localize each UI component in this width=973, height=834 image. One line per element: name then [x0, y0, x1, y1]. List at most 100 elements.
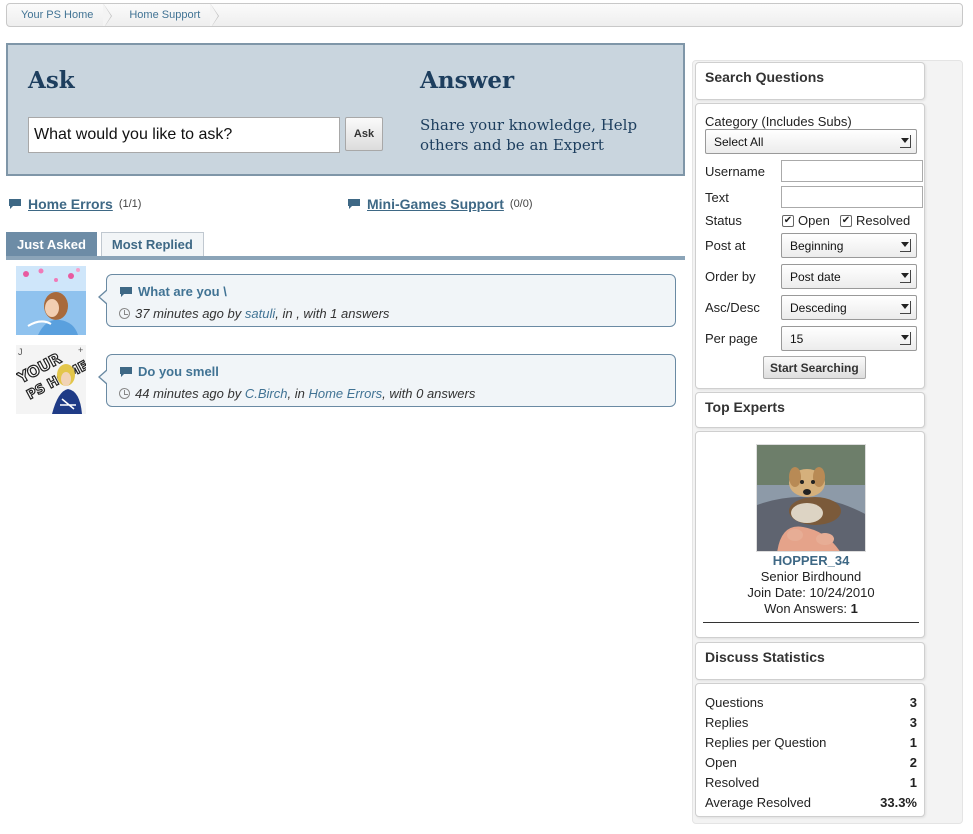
question-title-link[interactable]: What are you \	[138, 284, 227, 299]
question-title-link[interactable]: Do you smell	[138, 364, 219, 379]
stat-label: Replies	[705, 715, 749, 730]
question-category-link[interactable]: Home Errors	[308, 386, 382, 401]
ask-button[interactable]: Ask	[345, 117, 383, 151]
speech-bubble-icon	[348, 199, 360, 209]
checkbox-checked-icon[interactable]: ✔	[782, 214, 794, 227]
status-resolved-option[interactable]: ✔ Resolved	[840, 213, 910, 228]
status-label: Status	[705, 213, 742, 228]
chevron-down-icon	[900, 239, 911, 252]
tab-divider	[6, 256, 685, 260]
status-open-option[interactable]: ✔ Open	[782, 213, 830, 228]
question-meta: 37 minutes ago by satuli, in , with 1 an…	[119, 306, 389, 321]
question-title-row: Do you smell	[119, 364, 219, 379]
answer-description: Share your knowledge, Help others and be…	[420, 116, 638, 154]
question-user-link[interactable]: satuli	[245, 306, 275, 321]
per-page-select[interactable]: 15	[781, 326, 917, 351]
question-user-link[interactable]: C.Birch	[245, 386, 288, 401]
expert-name-link[interactable]: HOPPER_34	[773, 553, 850, 568]
chevron-down-icon	[900, 270, 911, 283]
stat-label: Average Resolved	[705, 795, 811, 810]
text-label: Text	[705, 190, 729, 205]
per-page-label: Per page	[705, 331, 758, 346]
post-at-select-value: Beginning	[790, 238, 844, 253]
top-experts-heading: Top Experts	[705, 399, 785, 415]
asc-desc-label: Asc/Desc	[705, 300, 760, 315]
search-form: Category (Includes Subs) Select All User…	[695, 103, 925, 389]
asc-desc-select-value: Desceding	[790, 300, 847, 315]
question-time: 44 minutes ago	[135, 386, 224, 401]
user-avatar-image: YOUR PS HOME J +	[16, 345, 86, 414]
stat-value: 1	[909, 735, 917, 750]
status-open-label: Open	[798, 213, 830, 228]
question-tabs: Just Asked Most Replied	[6, 232, 204, 256]
text-input[interactable]	[781, 186, 923, 208]
question-time: 37 minutes ago	[135, 306, 224, 321]
post-at-select[interactable]: Beginning	[781, 233, 917, 258]
category-select[interactable]: Select All	[705, 129, 917, 154]
expert-won-value: 1	[850, 601, 858, 616]
chevron-down-icon	[900, 301, 911, 314]
breadcrumb: Your PS Home Home Support	[6, 3, 963, 27]
category-mini-games-support-link[interactable]: Mini-Games Support	[367, 196, 504, 212]
username-label: Username	[705, 164, 765, 179]
stat-label: Open	[705, 755, 737, 770]
post-at-label: Post at	[705, 238, 746, 253]
stat-row-open: Open 2	[705, 755, 917, 770]
question-in-text: , in	[275, 306, 297, 321]
category-select-value: Select All	[714, 134, 764, 149]
checkbox-checked-icon[interactable]: ✔	[840, 214, 852, 227]
speech-bubble-icon	[120, 286, 132, 297]
stat-value: 3	[909, 715, 917, 730]
question-by-text: by	[223, 386, 245, 401]
category-label: Category (Includes Subs)	[705, 114, 852, 129]
stat-value: 33.3%	[880, 795, 917, 810]
question-by-text: by	[223, 306, 245, 321]
stat-row-average-resolved: Average Resolved 33.3%	[705, 795, 917, 810]
clock-icon	[119, 388, 130, 399]
svg-text:+: +	[78, 345, 83, 355]
divider	[703, 622, 919, 623]
stat-row-questions: Questions 3	[705, 695, 917, 710]
username-input[interactable]	[781, 160, 923, 182]
question-answers-text: , with 1 answers	[296, 306, 390, 321]
avatar[interactable]	[16, 266, 86, 335]
question-answers-text: , with 0 answers	[382, 386, 476, 401]
question-card: What are you \ 37 minutes ago by satuli,…	[98, 274, 676, 327]
stat-row-replies: Replies 3	[705, 715, 917, 730]
ask-heading: Ask	[28, 67, 75, 94]
svg-text:J: J	[18, 347, 23, 357]
question-title-row: What are you \	[119, 284, 227, 299]
top-experts-header: Top Experts	[695, 392, 925, 428]
expert-won-answers: Won Answers: 1	[696, 601, 926, 616]
stat-label: Replies per Question	[705, 735, 827, 750]
tab-just-asked[interactable]: Just Asked	[6, 232, 97, 256]
category-count: (1/1)	[118, 198, 142, 210]
breadcrumb-home-support[interactable]: Home Support	[111, 4, 220, 26]
clock-icon	[119, 308, 130, 319]
start-searching-button[interactable]: Start Searching	[763, 356, 866, 379]
question-card: Do you smell 44 minutes ago by C.Birch , …	[98, 354, 676, 407]
stat-row-replies-per-question: Replies per Question 1	[705, 735, 917, 750]
order-by-label: Order by	[705, 269, 756, 284]
category-home-errors: Home Errors (1/1)	[8, 196, 141, 212]
asc-desc-select[interactable]: Desceding	[781, 295, 917, 320]
discuss-statistics-heading: Discuss Statistics	[705, 649, 825, 665]
category-home-errors-link[interactable]: Home Errors	[28, 196, 113, 212]
stat-value: 2	[909, 755, 917, 770]
order-by-select[interactable]: Post date	[781, 264, 917, 289]
top-experts-panel: HOPPER_34 Senior Birdhound Join Date: 10…	[695, 431, 925, 638]
stat-label: Resolved	[705, 775, 760, 790]
chevron-down-icon	[900, 135, 911, 148]
category-mini-games-support: Mini-Games Support (0/0)	[347, 196, 533, 212]
avatar[interactable]: YOUR PS HOME J +	[16, 345, 86, 414]
ask-question-input[interactable]	[28, 117, 340, 153]
expert-avatar[interactable]	[756, 444, 866, 552]
breadcrumb-your-ps-home[interactable]: Your PS Home	[7, 4, 113, 26]
search-questions-heading: Search Questions	[705, 69, 825, 85]
speech-bubble-icon	[9, 199, 21, 209]
category-count: (0/0)	[509, 198, 533, 210]
user-avatar-image	[16, 266, 86, 335]
status-resolved-label: Resolved	[856, 213, 911, 228]
tab-most-replied[interactable]: Most Replied	[100, 232, 204, 256]
stat-value: 3	[909, 695, 917, 710]
